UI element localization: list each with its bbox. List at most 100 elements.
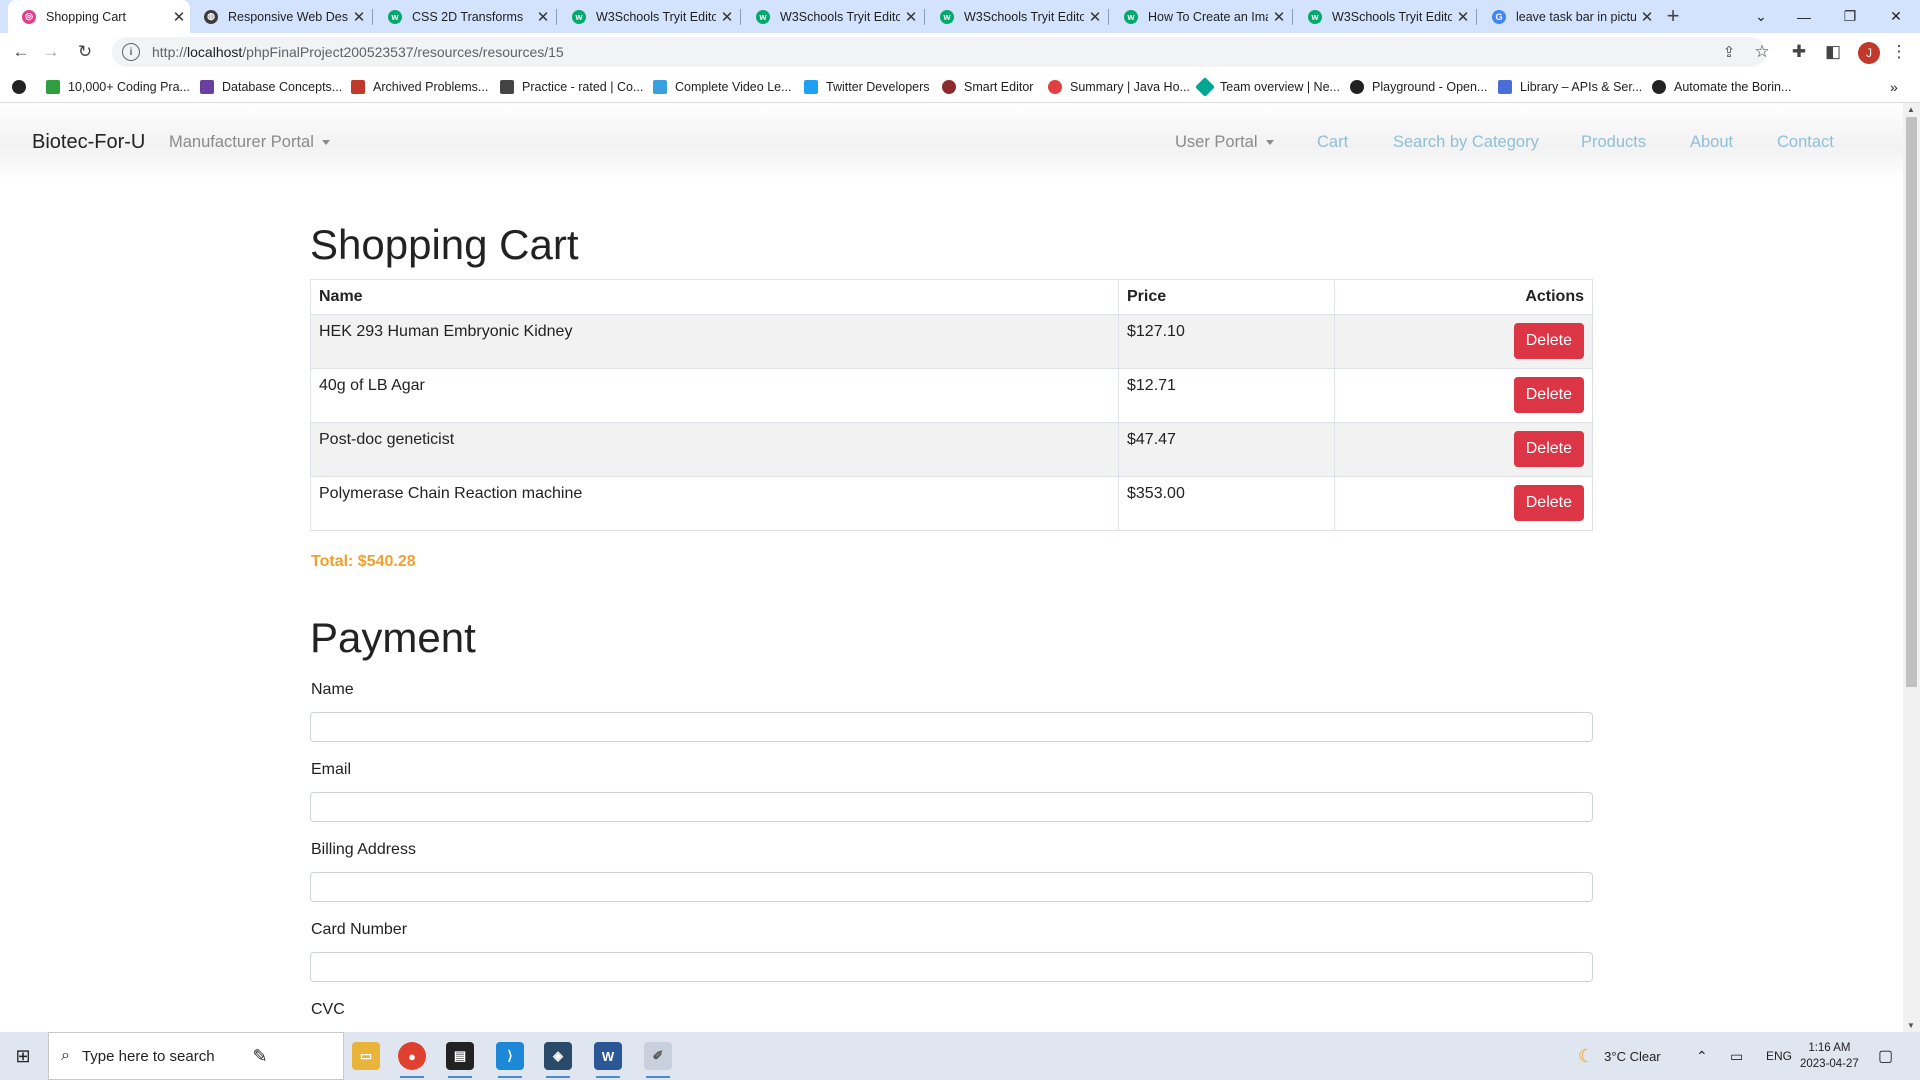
tab-search-chevron-down-icon[interactable]: ⌄ xyxy=(1738,0,1784,33)
delete-button[interactable]: Delete xyxy=(1513,485,1584,521)
delete-button[interactable]: Delete xyxy=(1513,323,1584,359)
show-hidden-icons-chevron-icon[interactable]: ⌃ xyxy=(1696,1032,1708,1080)
profile-avatar[interactable]: J xyxy=(1858,42,1880,64)
network-icon[interactable]: ▭ xyxy=(1730,1032,1743,1080)
taskbar-file-explorer[interactable]: ▭ xyxy=(346,1032,386,1080)
delete-button[interactable]: Delete xyxy=(1513,431,1584,467)
close-tab-icon[interactable]: ✕ xyxy=(1268,8,1290,26)
forward-arrow-icon[interactable]: → xyxy=(38,39,64,65)
back-arrow-icon[interactable]: ← xyxy=(8,39,34,65)
side-panel-icon[interactable]: ◧ xyxy=(1820,39,1846,65)
bookmark-item[interactable]: Complete Video Le... xyxy=(653,77,792,97)
bookmark-star-icon[interactable]: ☆ xyxy=(1749,39,1775,65)
nav-link-about[interactable]: About xyxy=(1690,133,1733,152)
close-tab-icon[interactable]: ✕ xyxy=(1084,8,1106,26)
card-number-input[interactable] xyxy=(310,952,1593,982)
bookmark-item[interactable]: Playground - Open... xyxy=(1350,77,1487,97)
scroll-down-arrow-icon[interactable]: ▼ xyxy=(1907,1021,1915,1030)
nav-link-contact[interactable]: Contact xyxy=(1777,133,1834,152)
weather-text: 3°C Clear xyxy=(1604,1048,1661,1064)
item-price: $353.00 xyxy=(1118,476,1335,531)
close-tab-icon[interactable]: ✕ xyxy=(168,8,190,26)
github-icon xyxy=(12,80,26,94)
notifications-icon[interactable]: ▢ xyxy=(1878,1032,1893,1080)
windows-start-icon[interactable]: ⊞ xyxy=(0,1032,46,1080)
close-tab-icon[interactable]: ✕ xyxy=(532,8,554,26)
minimize-icon[interactable]: — xyxy=(1781,0,1827,33)
bookmarks-apps-icon[interactable] xyxy=(12,77,34,97)
more-bookmarks-chevron-icon[interactable]: » xyxy=(1890,77,1898,97)
item-name: HEK 293 Human Embryonic Kidney xyxy=(310,314,1119,369)
cart-row: Polymerase Chain Reaction machine $353.0… xyxy=(310,476,1593,531)
paint-brush-icon: ✐ xyxy=(644,1042,672,1070)
taskbar-search-box[interactable]: ⌕ Type here to search ✎ xyxy=(48,1032,344,1080)
language-indicator[interactable]: ENG xyxy=(1766,1032,1792,1080)
bookmark-item[interactable]: Summary | Java Ho... xyxy=(1048,77,1190,97)
tab-how-to-create-image[interactable]: w How To Create an Ima ✕ xyxy=(1110,0,1290,33)
url-host: localhost xyxy=(187,44,243,60)
bookmark-label: Complete Video Le... xyxy=(675,80,792,94)
page-scrollbar[interactable]: ▲ ▼ xyxy=(1903,103,1920,1032)
manufacturer-portal-dropdown[interactable]: Manufacturer Portal xyxy=(169,133,330,152)
nav-link-search-by-category[interactable]: Search by Category xyxy=(1393,133,1539,152)
nav-link-products[interactable]: Products xyxy=(1581,133,1646,152)
taskbar-sticky-notes[interactable]: ▤ xyxy=(440,1032,480,1080)
user-portal-dropdown[interactable]: User Portal xyxy=(1175,133,1274,152)
tab-w3schools-tryit-4[interactable]: w W3Schools Tryit Editor ✕ xyxy=(1294,0,1474,33)
billing-address-input[interactable] xyxy=(310,872,1593,902)
tab-w3schools-tryit-3[interactable]: w W3Schools Tryit Editor ✕ xyxy=(926,0,1106,33)
address-bar[interactable]: i http://localhost/phpFinalProject200523… xyxy=(112,37,1766,67)
restore-icon[interactable]: ❐ xyxy=(1827,0,1873,33)
taskbar-paint[interactable]: ✐ xyxy=(638,1032,678,1080)
new-tab-icon[interactable]: + xyxy=(1660,3,1686,29)
weather-widget[interactable]: ☾ 3°C Clear xyxy=(1578,1032,1661,1080)
bookmark-item[interactable]: Practice - rated | Co... xyxy=(500,77,643,97)
email-input[interactable] xyxy=(310,792,1593,822)
bookmark-item[interactable]: Team overview | Ne... xyxy=(1195,77,1340,97)
taskbar-clock[interactable]: 1:16 AM 2023-04-27 xyxy=(1800,1032,1859,1080)
tab-css-2d-transforms[interactable]: w CSS 2D Transforms ✕ xyxy=(374,0,554,33)
bookmark-item[interactable]: Twitter Developers xyxy=(804,77,930,97)
bookmark-item[interactable]: Smart Editor xyxy=(942,77,1033,97)
extensions-puzzle-icon[interactable]: ✚ xyxy=(1786,39,1812,65)
close-tab-icon[interactable]: ✕ xyxy=(716,8,738,26)
taskbar-vscode[interactable]: ⟩ xyxy=(490,1032,530,1080)
tab-shopping-cart[interactable]: ◎ Shopping Cart ✕ xyxy=(8,0,190,33)
close-tab-icon[interactable]: ✕ xyxy=(348,8,370,26)
scrollbar-thumb[interactable] xyxy=(1906,117,1917,687)
tab-w3schools-tryit-2[interactable]: w W3Schools Tryit Editor ✕ xyxy=(742,0,922,33)
bookmark-favicon-icon xyxy=(1048,80,1062,94)
close-tab-icon[interactable]: ✕ xyxy=(900,8,922,26)
close-tab-icon[interactable]: ✕ xyxy=(1636,8,1658,26)
bookmark-item[interactable]: Archived Problems... xyxy=(351,77,488,97)
close-window-icon[interactable]: ✕ xyxy=(1873,0,1919,33)
scroll-up-arrow-icon[interactable]: ▲ xyxy=(1907,105,1915,114)
nav-link-cart[interactable]: Cart xyxy=(1317,133,1348,152)
taskbar-word[interactable]: W xyxy=(588,1032,628,1080)
share-icon[interactable]: ⇪ xyxy=(1716,39,1742,65)
bookmark-item[interactable]: Automate the Borin... xyxy=(1652,77,1791,97)
chrome-menu-kebab-icon[interactable]: ⋮ xyxy=(1886,39,1912,65)
bookmark-item[interactable]: Library – APIs & Ser... xyxy=(1498,77,1642,97)
tab-responsive-web-design[interactable]: ◍ Responsive Web Desig ✕ xyxy=(190,0,370,33)
running-indicator xyxy=(498,1076,522,1078)
delete-button[interactable]: Delete xyxy=(1513,377,1584,413)
url-scheme: http:// xyxy=(152,44,188,60)
tab-title: leave task bar in pictu xyxy=(1516,9,1636,24)
reload-icon[interactable]: ↻ xyxy=(72,39,98,65)
w3schools-favicon-icon: w xyxy=(572,9,586,24)
site-brand[interactable]: Biotec-For-U xyxy=(32,131,145,154)
taskbar-chrome[interactable]: ● xyxy=(392,1032,432,1080)
site-info-icon[interactable]: i xyxy=(122,43,140,61)
tab-google-search[interactable]: G leave task bar in pictu ✕ xyxy=(1478,0,1658,33)
name-input[interactable] xyxy=(310,712,1593,742)
taskbar-mysql-workbench[interactable]: ◈ xyxy=(538,1032,578,1080)
tab-title: W3Schools Tryit Editor xyxy=(780,9,900,24)
database-icon: ◈ xyxy=(544,1042,572,1070)
moon-weather-icon: ☾ xyxy=(1578,1045,1595,1066)
bookmark-item[interactable]: 10,000+ Coding Pra... xyxy=(46,77,190,97)
close-tab-icon[interactable]: ✕ xyxy=(1452,8,1474,26)
globe-favicon-icon: ◍ xyxy=(204,9,218,24)
tab-w3schools-tryit-1[interactable]: w W3Schools Tryit Editor ✕ xyxy=(558,0,738,33)
bookmark-item[interactable]: Database Concepts... xyxy=(200,77,342,97)
